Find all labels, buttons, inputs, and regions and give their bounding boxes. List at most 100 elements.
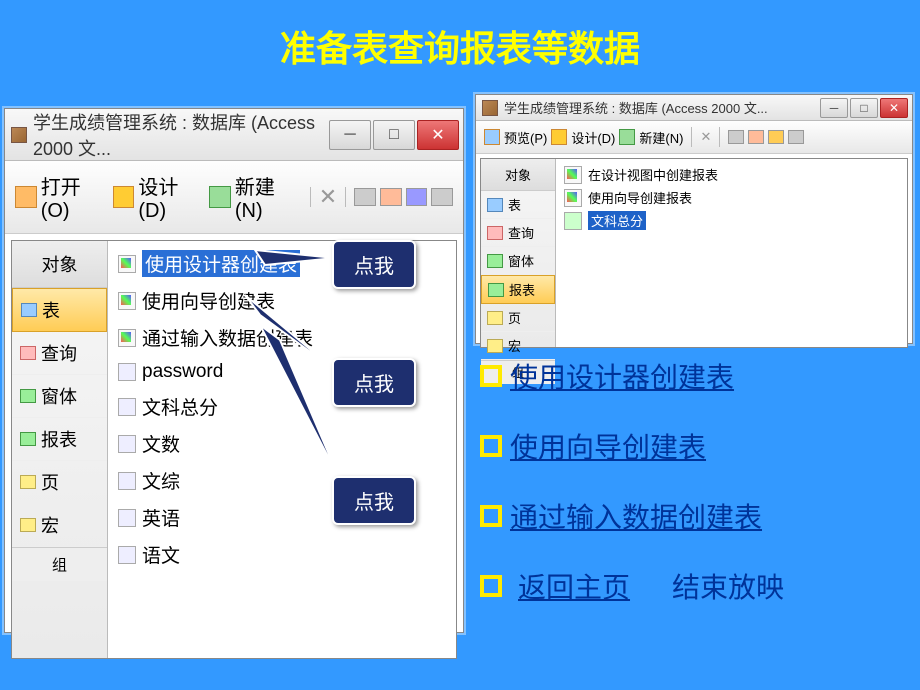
callout-click-me-1[interactable]: 点我 xyxy=(332,240,416,289)
callout-click-me-3[interactable]: 点我 xyxy=(332,476,416,525)
titlebar[interactable]: 学生成绩管理系统 : 数据库 (Access 2000 文... ─ □ ✕ xyxy=(5,109,463,161)
sidebar-item-queries[interactable]: 查询 xyxy=(12,332,107,375)
bullet-icon xyxy=(480,365,502,387)
close-button[interactable]: ✕ xyxy=(417,120,459,150)
sidebar-item-reports[interactable]: 报表 xyxy=(481,275,555,304)
callout-click-me-2[interactable]: 点我 xyxy=(332,358,416,407)
view-icon-4[interactable] xyxy=(788,130,804,144)
view-icon-2[interactable] xyxy=(380,188,402,206)
view-icon-1[interactable] xyxy=(728,130,744,144)
divider xyxy=(719,127,720,147)
link-create-designer[interactable]: 使用设计器创建表 xyxy=(480,356,910,396)
design-icon xyxy=(113,186,135,208)
toolbar: 打开(O) 设计(D) 新建(N) ✕ xyxy=(5,161,463,234)
view-icon-2[interactable] xyxy=(748,130,764,144)
maximize-button[interactable]: □ xyxy=(850,98,878,118)
list-item[interactable]: 文科总分 xyxy=(556,209,907,232)
divider xyxy=(310,187,311,207)
sidebar-item-pages[interactable]: 页 xyxy=(12,461,107,504)
window-controls: ─ □ ✕ xyxy=(327,120,459,150)
divider xyxy=(691,127,692,147)
list-item[interactable]: 在设计视图中创建报表 xyxy=(556,163,907,186)
titlebar[interactable]: 学生成绩管理系统 : 数据库 (Access 2000 文... ─ □ ✕ xyxy=(476,95,912,121)
wizard-icon xyxy=(564,189,582,207)
macro-icon xyxy=(20,518,36,532)
wizard-icon xyxy=(118,255,136,273)
report-icon xyxy=(564,212,582,230)
wizard-icon xyxy=(118,292,136,310)
maximize-button[interactable]: □ xyxy=(373,120,415,150)
app-icon xyxy=(482,100,498,116)
page-icon xyxy=(487,311,503,325)
table-list: 使用设计器创建表 使用向导创建表 通过输入数据创建表 password 文科总分… xyxy=(108,241,456,658)
sidebar-item-macros[interactable]: 宏 xyxy=(12,504,107,547)
close-button[interactable]: ✕ xyxy=(880,98,908,118)
table-icon xyxy=(118,546,136,564)
window-title: 学生成绩管理系统 : 数据库 (Access 2000 文... xyxy=(33,109,327,161)
divider xyxy=(345,187,346,207)
list-item[interactable]: 使用向导创建报表 xyxy=(556,186,907,209)
preview-button[interactable]: 预览(P) xyxy=(504,128,547,147)
link-create-input[interactable]: 通过输入数据创建表 xyxy=(480,496,910,536)
query-icon xyxy=(487,226,503,240)
wizard-icon xyxy=(564,166,582,184)
open-icon xyxy=(15,186,37,208)
sidebar-item-queries[interactable]: 查询 xyxy=(481,219,555,247)
bullet-icon xyxy=(480,435,502,457)
new-button[interactable]: 新建(N) xyxy=(235,171,302,223)
body-area: 对象 表 查询 窗体 报表 页 宏 组 在设计视图中创建报表 使用向导创建报表 … xyxy=(480,158,908,348)
sidebar-item-tables[interactable]: 表 xyxy=(481,191,555,219)
table-icon xyxy=(118,435,136,453)
link-end-show[interactable]: 结束放映 xyxy=(672,566,784,606)
window-controls: ─ □ ✕ xyxy=(818,98,908,118)
table-icon xyxy=(118,398,136,416)
delete-icon[interactable]: ✕ xyxy=(700,129,711,145)
link-list: 使用设计器创建表 使用向导创建表 通过输入数据创建表 返回主页 结束放映 xyxy=(480,356,910,606)
sidebar-groups[interactable]: 组 xyxy=(12,547,107,581)
view-icon-4[interactable] xyxy=(431,188,453,206)
sidebar-item-forms[interactable]: 窗体 xyxy=(12,375,107,418)
new-button[interactable]: 新建(N) xyxy=(639,128,683,147)
link-create-wizard[interactable]: 使用向导创建表 xyxy=(480,426,910,466)
design-button[interactable]: 设计(D) xyxy=(138,171,205,223)
report-icon xyxy=(20,432,36,446)
table-icon xyxy=(487,198,503,212)
view-icon-3[interactable] xyxy=(406,188,428,206)
design-button[interactable]: 设计(D) xyxy=(571,128,615,147)
form-icon xyxy=(487,254,503,268)
bullet-icon xyxy=(480,575,502,597)
delete-icon[interactable]: ✕ xyxy=(319,184,337,210)
sidebar-item-forms[interactable]: 窗体 xyxy=(481,247,555,275)
minimize-button[interactable]: ─ xyxy=(820,98,848,118)
objects-sidebar: 对象 表 查询 窗体 报表 页 宏 组 xyxy=(481,159,556,347)
toolbar: 预览(P) 设计(D) 新建(N) ✕ xyxy=(476,121,912,154)
minimize-button[interactable]: ─ xyxy=(329,120,371,150)
view-icon-1[interactable] xyxy=(354,188,376,206)
link-home[interactable]: 返回主页 xyxy=(518,566,630,606)
slide-title: 准备表查询报表等数据 xyxy=(0,0,920,87)
page-icon xyxy=(20,475,36,489)
report-icon xyxy=(488,283,504,297)
view-icon-3[interactable] xyxy=(768,130,784,144)
preview-icon xyxy=(484,129,500,145)
bullet-icon xyxy=(480,505,502,527)
sidebar-item-tables[interactable]: 表 xyxy=(12,288,107,332)
list-item[interactable]: 通过输入数据创建表 xyxy=(108,319,456,356)
access-window-reports: 学生成绩管理系统 : 数据库 (Access 2000 文... ─ □ ✕ 预… xyxy=(475,94,913,344)
sidebar-header: 对象 xyxy=(481,159,555,191)
new-icon xyxy=(209,186,231,208)
body-area: 对象 表 查询 窗体 报表 页 宏 组 使用设计器创建表 使用向导创建表 通过输… xyxy=(11,240,457,659)
list-item[interactable]: 文数 xyxy=(108,425,456,462)
macro-icon xyxy=(487,339,503,353)
table-icon xyxy=(118,509,136,527)
sidebar-item-pages[interactable]: 页 xyxy=(481,304,555,332)
query-icon xyxy=(20,346,36,360)
report-list: 在设计视图中创建报表 使用向导创建报表 文科总分 xyxy=(556,159,907,347)
table-icon xyxy=(118,472,136,490)
window-title: 学生成绩管理系统 : 数据库 (Access 2000 文... xyxy=(504,98,818,117)
table-icon xyxy=(118,363,136,381)
list-item[interactable]: 语文 xyxy=(108,536,456,573)
table-icon xyxy=(21,303,37,317)
open-button[interactable]: 打开(O) xyxy=(41,171,109,223)
sidebar-item-reports[interactable]: 报表 xyxy=(12,418,107,461)
